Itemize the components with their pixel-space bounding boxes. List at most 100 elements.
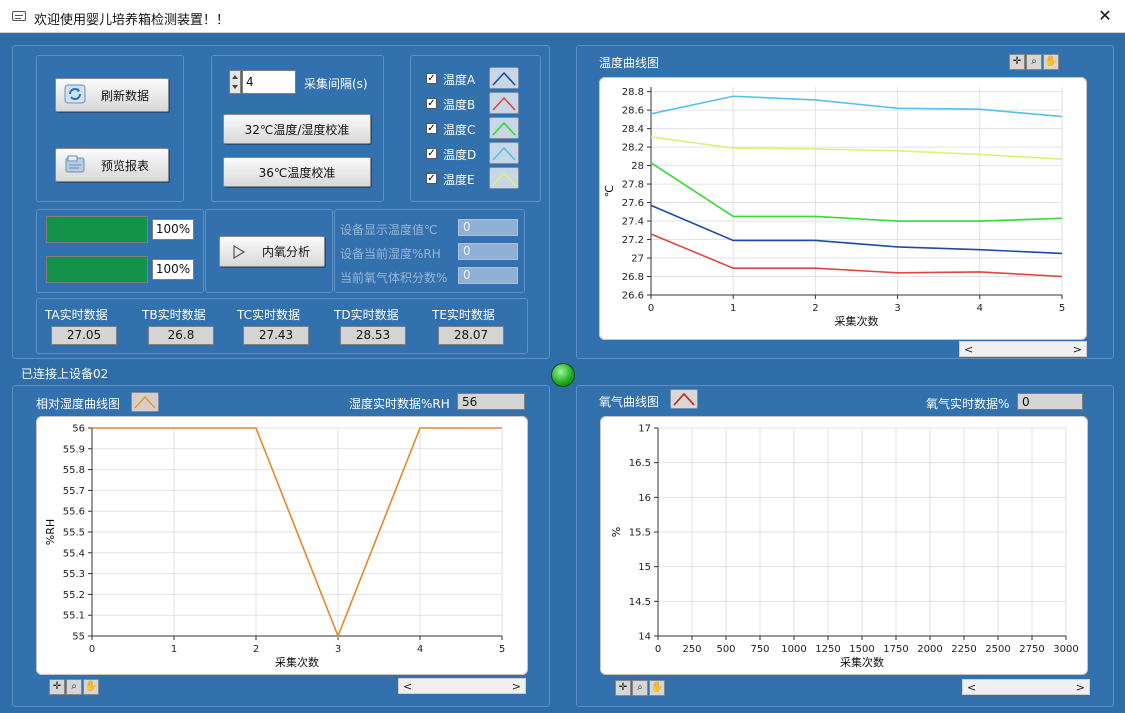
hand-icon[interactable]: ✋ [649,680,665,696]
y-tick-label: 28 [631,161,644,172]
y-tick-label: 26.8 [622,272,644,283]
x-tick-label: 750 [750,644,769,655]
temp-legend-swatch-5[interactable] [489,167,519,189]
legend-line-icon [492,96,516,111]
interval-spinner[interactable] [229,70,241,94]
oxygen-analysis-button[interactable]: 内氧分析 [219,236,325,267]
x-tick-label: 5 [1059,303,1065,314]
temp-checkbox-4[interactable]: ✓ [426,148,437,159]
temp-checkbox-5[interactable]: ✓ [426,173,437,184]
y-tick-label: 16 [638,493,651,504]
scroll-right-icon[interactable]: > [512,680,521,693]
humidity-legend-swatch[interactable] [131,392,159,412]
temperature-chart-title: 温度曲线图 [599,56,660,70]
x-tick-label: 0 [89,644,95,655]
temp-checkbox-1[interactable]: ✓ [426,73,437,84]
scroll-left-icon[interactable]: < [403,680,412,693]
series-line-2 [650,233,1063,278]
oxygen-plot: 0 250 500 750 1000 1250 1500 1750 2000 2250 2500 27… [600,416,1088,675]
x-tick-label: 2 [812,303,818,314]
x-tick-label: 2750 [1019,644,1044,655]
y-tick-label: 27.6 [622,198,644,209]
x-tick-label: 1750 [883,644,908,655]
humidity-swatch-line [134,396,156,409]
realtime-value-4: 28.53 [340,326,406,345]
connection-led [551,363,575,387]
progress-group: 100% 100% [36,209,204,293]
oxygen-realtime-label: 氧气实时数据% [926,397,1010,411]
realtime-label-3: TC实时数据 [237,308,301,322]
y-tick-label: 28.2 [622,143,644,154]
y-axis-label: %RH [44,519,57,545]
y-tick-label: 55.2 [63,590,85,601]
y-tick-label: 26.6 [622,291,644,302]
refresh-data-button[interactable]: 刷新数据 [55,78,169,112]
device-oxygen-label: 当前氧气体积分数% [340,271,448,285]
crosshair-icon[interactable]: ✛ [1009,54,1025,70]
realtime-label-1: TA实时数据 [45,308,108,322]
interval-input[interactable]: 4 [242,70,296,94]
report-icon [65,155,85,173]
scroll-right-icon[interactable]: > [1073,343,1082,356]
y-tick-label: 56 [72,424,85,435]
y-tick-label: 16.5 [629,458,651,469]
zoom-icon[interactable]: ⌕ [1026,54,1042,70]
scroll-left-icon[interactable]: < [967,681,976,694]
series-line-4 [650,95,1063,118]
x-tick-label: 5 [499,644,505,655]
calib-32-button[interactable]: 32℃温度/湿度校准 [223,114,371,144]
progress-fill-2 [47,257,147,282]
scroll-left-icon[interactable]: < [964,343,973,356]
temp-legend-swatch-1[interactable] [489,67,519,89]
y-tick-label: 55.8 [63,465,85,476]
temp-checkbox-3[interactable]: ✓ [426,123,437,134]
crosshair-icon[interactable]: ✛ [615,680,631,696]
refresh-icon [64,84,86,104]
hand-icon[interactable]: ✋ [83,679,99,695]
humidity-chart-scrollbar[interactable]: < > [398,678,526,694]
preview-report-button[interactable]: 预览报表 [55,148,169,182]
y-tick-label: 27.4 [622,217,644,228]
play-icon [233,245,246,259]
window-title: 欢迎使用婴儿培养箱检测装置！！ [34,13,230,28]
x-tick-label: 2000 [917,644,942,655]
oxygen-legend-swatch[interactable] [670,389,698,409]
preview-report-label: 预览报表 [100,158,149,173]
oxygen-chart-svg: 0 250 500 750 1000 1250 1500 1750 2000 2250 2500 27… [610,424,1079,670]
control-panel: 刷新数据 预览报表 4 采集间隔(s) 32℃温度/湿度校准 36℃温度校准 ✓… [12,45,550,359]
x-tick-label: 0 [648,303,654,314]
temp-legend-swatch-3[interactable] [489,117,519,139]
legend-line-icon [492,146,516,161]
main-client-area: 刷新数据 预览报表 4 采集间隔(s) 32℃温度/湿度校准 36℃温度校准 ✓… [0,33,1125,713]
temp-chart-scrollbar[interactable]: < > [959,341,1087,357]
device-oxygen-field: 0 [458,267,518,284]
crosshair-icon[interactable]: ✛ [49,679,65,695]
device-humidity-field: 0 [458,243,518,260]
temp-checkbox-2[interactable]: ✓ [426,98,437,109]
x-axis-label: 采集次数 [835,314,879,328]
zoom-icon[interactable]: ⌕ [66,679,82,695]
humidity-realtime-value: 56 [457,393,525,410]
realtime-value-1: 27.05 [51,326,117,345]
x-axis-label: 采集次数 [840,655,884,669]
temp-legend-swatch-2[interactable] [489,92,519,114]
x-tick-label: 2500 [985,644,1010,655]
realtime-label-4: TD实时数据 [334,308,399,322]
temp-legend-swatch-4[interactable] [489,142,519,164]
refresh-data-label: 刷新数据 [100,88,149,103]
hand-icon[interactable]: ✋ [1043,54,1059,70]
humidity-graph-palette: ✛ ⌕ ✋ [49,679,99,696]
title-bar: 欢迎使用婴儿培养箱检测装置！！ ✕ [0,0,1125,33]
zoom-icon[interactable]: ⌕ [632,680,648,696]
progress-value-1: 100% [152,219,194,240]
close-button[interactable]: ✕ [1093,4,1117,28]
oxygen-chart-scrollbar[interactable]: < > [962,679,1090,695]
y-tick-label: 27 [631,254,644,265]
series-line-1 [650,204,1063,255]
temp-checkbox-label-2: 温度B [443,98,476,112]
y-tick-label: 28.6 [622,106,644,117]
device-humidity-label: 设备当前湿度%RH [340,247,441,261]
calib-36-button[interactable]: 36℃温度校准 [223,157,371,187]
x-tick-label: 2250 [951,644,976,655]
scroll-right-icon[interactable]: > [1076,681,1085,694]
